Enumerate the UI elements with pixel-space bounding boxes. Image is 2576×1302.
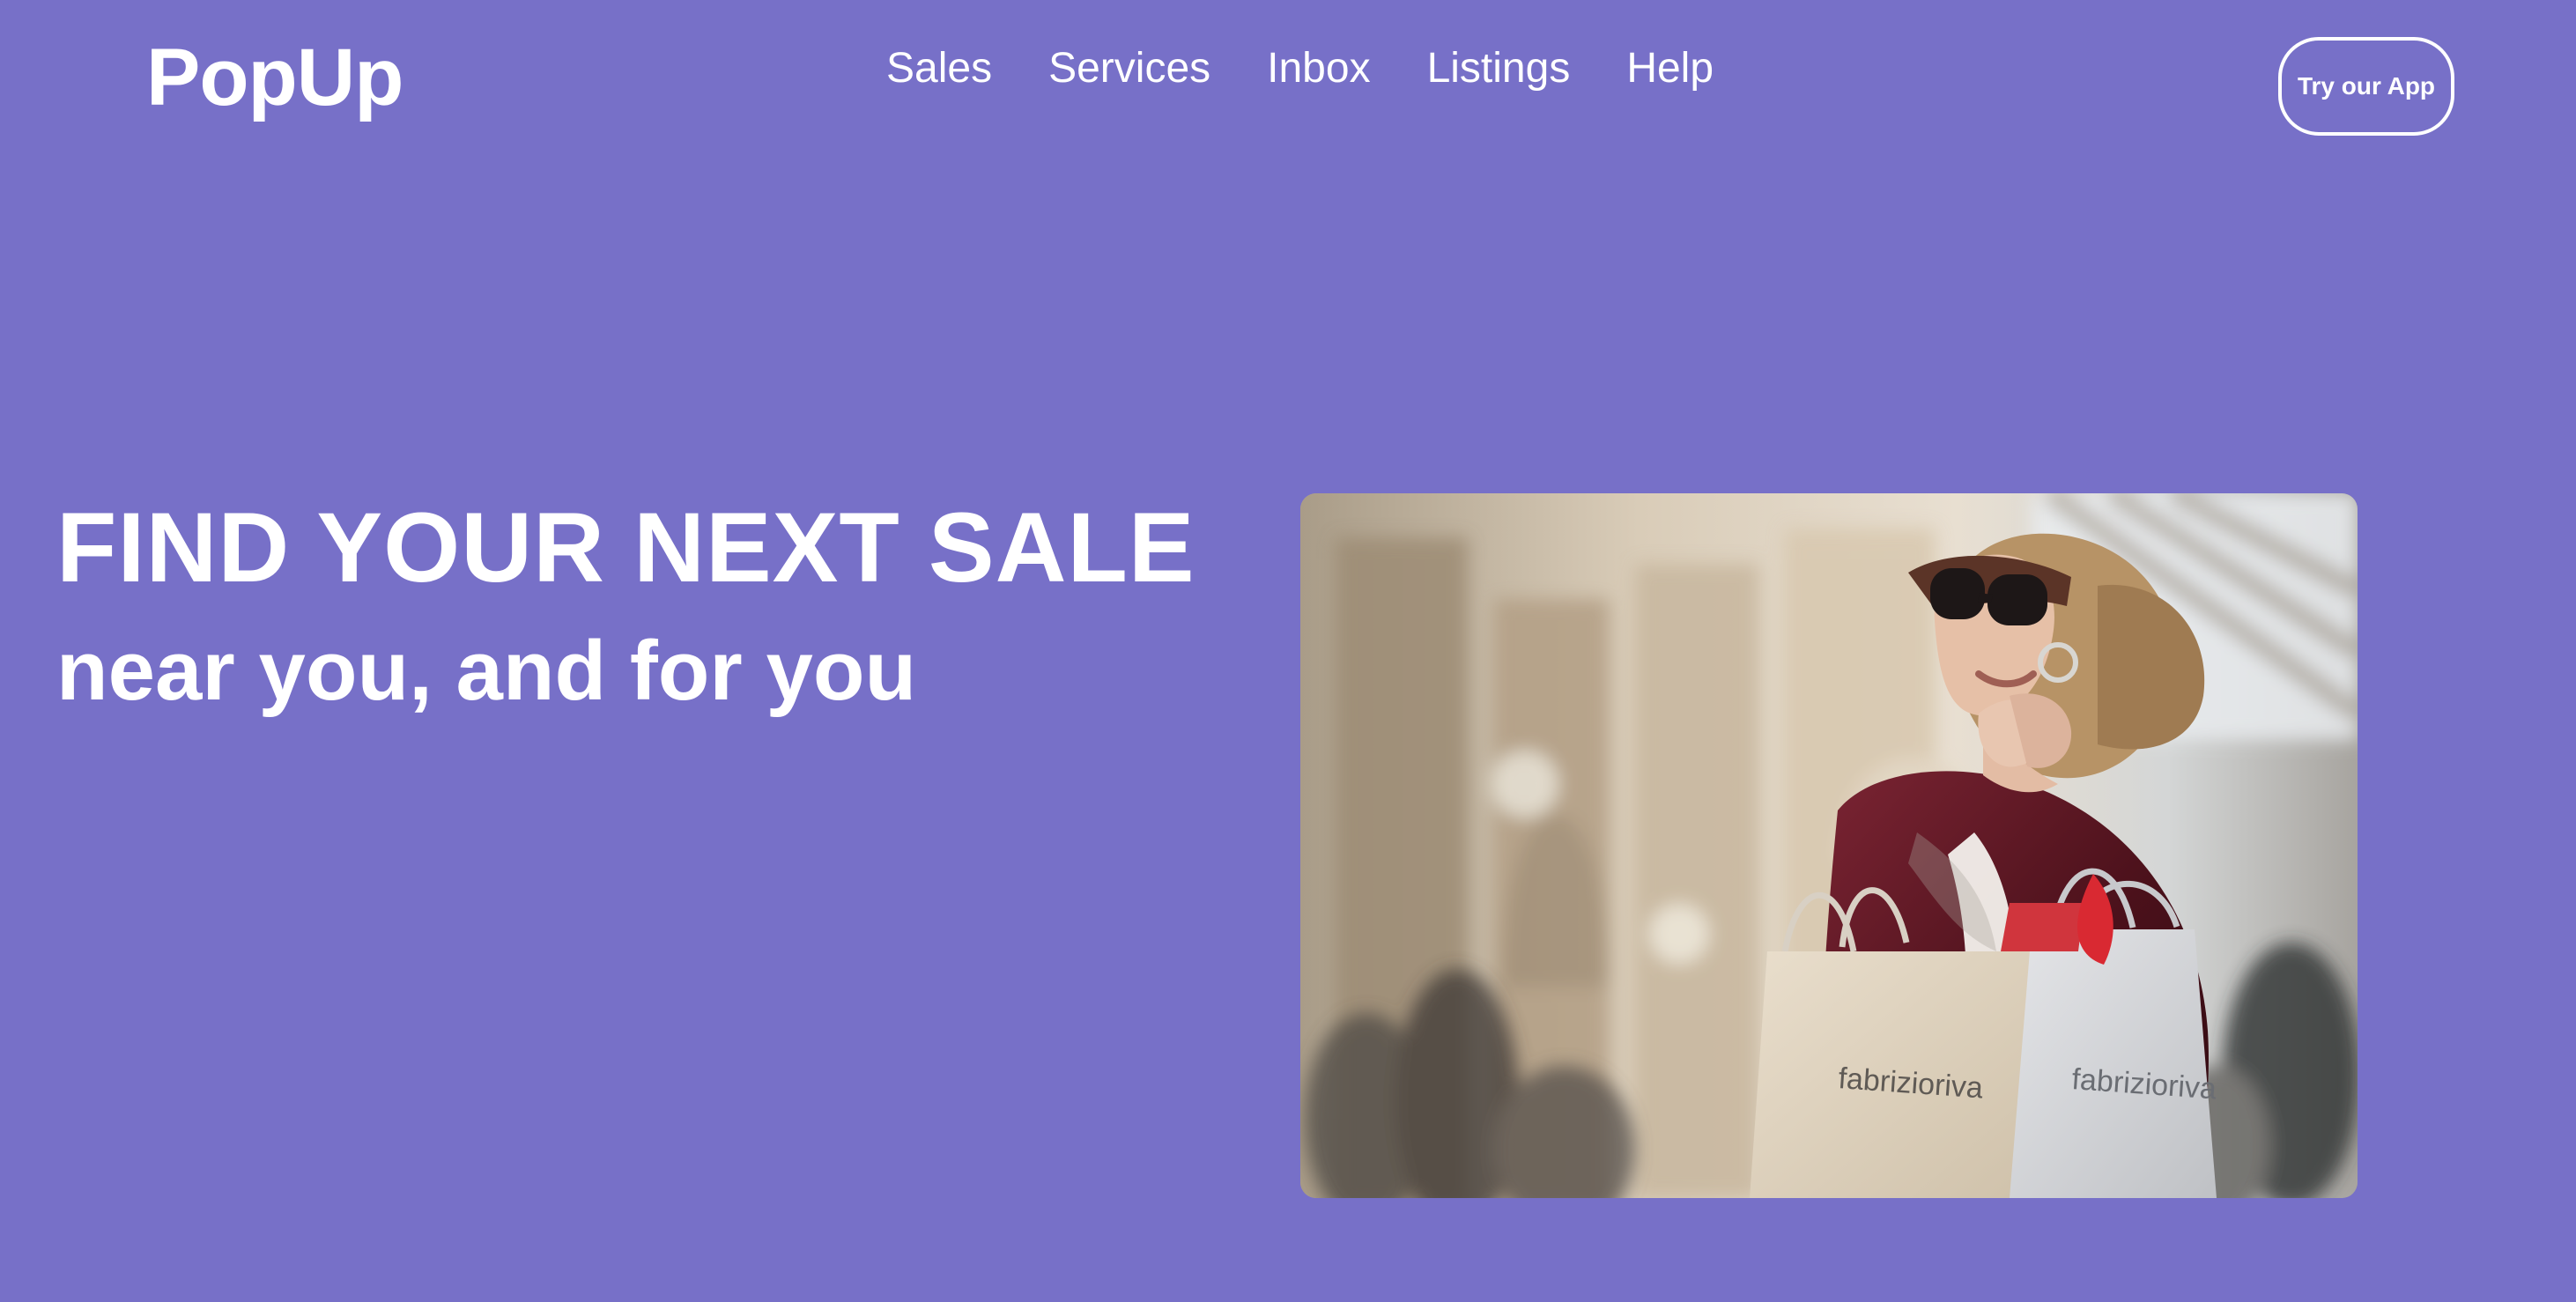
nav-link-listings[interactable]: Listings — [1427, 48, 1571, 90]
shopping-scene-illustration: fabrizioriva fabrizioriva — [1300, 493, 2358, 1198]
nav-link-sales[interactable]: Sales — [886, 48, 992, 90]
hero-subtitle: near you, and for you — [56, 624, 917, 718]
hero-title: FIND YOUR NEXT SALE — [56, 492, 1195, 603]
shopping-woman-image: fabrizioriva fabrizioriva — [1300, 493, 2358, 1198]
nav-link-help[interactable]: Help — [1626, 48, 1714, 90]
nav-link-inbox[interactable]: Inbox — [1267, 48, 1370, 90]
brand-logo[interactable]: PopUp — [146, 37, 403, 118]
try-app-button[interactable]: Try our App — [2278, 37, 2454, 136]
main-navigation: Sales Services Inbox Listings Help — [886, 48, 1714, 90]
nav-link-services[interactable]: Services — [1048, 48, 1210, 90]
